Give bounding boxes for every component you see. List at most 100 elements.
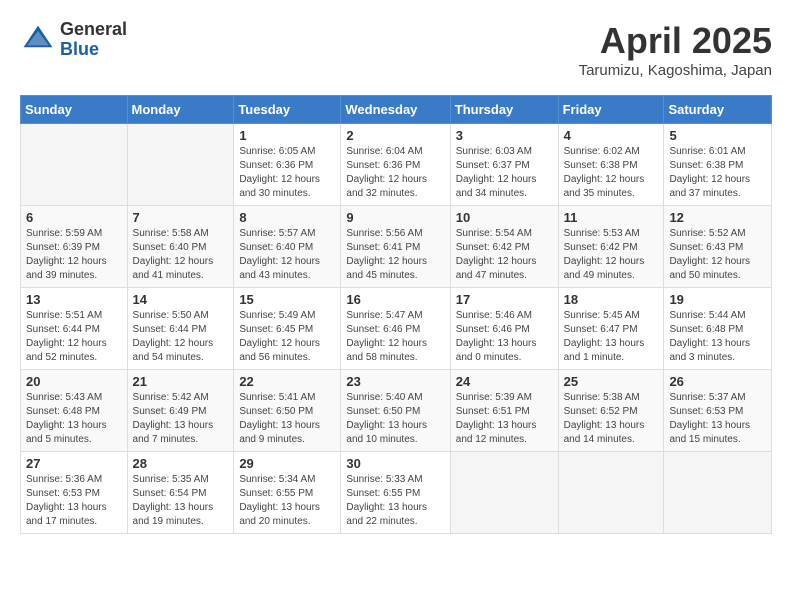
day-number: 27: [26, 456, 122, 471]
day-info: Sunrise: 5:34 AM Sunset: 6:55 PM Dayligh…: [239, 473, 335, 529]
weekday-saturday: Saturday: [664, 96, 772, 124]
weekday-tuesday: Tuesday: [234, 96, 341, 124]
day-info: Sunrise: 5:47 AM Sunset: 6:46 PM Dayligh…: [346, 309, 444, 365]
logo-icon: [20, 22, 56, 58]
calendar-cell: 12Sunrise: 5:52 AM Sunset: 6:43 PM Dayli…: [664, 206, 772, 288]
calendar-cell: 28Sunrise: 5:35 AM Sunset: 6:54 PM Dayli…: [127, 452, 234, 534]
day-number: 4: [564, 128, 659, 143]
calendar-cell: [558, 452, 664, 534]
calendar-week-1: 6Sunrise: 5:59 AM Sunset: 6:39 PM Daylig…: [21, 206, 772, 288]
calendar-cell: 4 Sunrise: 6:02 AM Sunset: 6:38 PM Daylig…: [558, 124, 664, 206]
day-info: Sunrise: 5:44 AM Sunset: 6:48 PM Dayligh…: [669, 309, 766, 365]
day-info: Sunrise: 5:56 AM Sunset: 6:41 PM Dayligh…: [346, 227, 444, 283]
day-number: 7: [133, 210, 229, 225]
day-info: Sunrise: 6:04 AM Sunset: 6:36 PM Dayligh…: [346, 145, 444, 201]
calendar-cell: [664, 452, 772, 534]
logo-general-text: General: [60, 20, 127, 40]
calendar-cell: 14 Sunrise: 5:50 AM Sunset: 6:44 PM Dayli…: [127, 288, 234, 370]
day-number: 29: [239, 456, 335, 471]
calendar-cell: 29 Sunrise: 5:34 AM Sunset: 6:55 PM Dayli…: [234, 452, 341, 534]
day-info: Sunrise: 5:43 AM Sunset: 6:48 PM Dayligh…: [26, 391, 122, 447]
calendar-cell: 1Sunrise: 6:05 AM Sunset: 6:36 PM Daylig…: [234, 124, 341, 206]
location-text: Tarumizu, Kagoshima, Japan: [579, 62, 772, 79]
day-number: 13: [26, 292, 122, 307]
calendar-cell: 8 Sunrise: 5:57 AM Sunset: 6:40 PM Daylig…: [234, 206, 341, 288]
title-block: April 2025 Tarumizu, Kagoshima, Japan: [579, 20, 772, 79]
day-info: Sunrise: 5:45 AM Sunset: 6:47 PM Dayligh…: [564, 309, 659, 365]
day-number: 3: [456, 128, 553, 143]
calendar-header: SundayMondayTuesdayWednesdayThursdayFrid…: [21, 96, 772, 124]
calendar-cell: 17 Sunrise: 5:46 AM Sunset: 6:46 PM Dayli…: [450, 288, 558, 370]
day-number: 21: [133, 374, 229, 389]
day-info: Sunrise: 5:41 AM Sunset: 6:50 PM Dayligh…: [239, 391, 335, 447]
month-title: April 2025: [579, 20, 772, 62]
calendar-cell: 21 Sunrise: 5:42 AM Sunset: 6:49 PM Dayli…: [127, 370, 234, 452]
calendar-cell: 19 Sunrise: 5:44 AM Sunset: 6:48 PM Dayli…: [664, 288, 772, 370]
day-number: 25: [564, 374, 659, 389]
day-info: Sunrise: 5:33 AM Sunset: 6:55 PM Dayligh…: [346, 473, 444, 529]
page-header: General Blue April 2025 Tarumizu, Kagosh…: [20, 20, 772, 79]
day-info: Sunrise: 5:52 AM Sunset: 6:43 PM Dayligh…: [669, 227, 766, 283]
day-info: Sunrise: 5:50 AM Sunset: 6:44 PM Dayligh…: [133, 309, 229, 365]
calendar-cell: 3 Sunrise: 6:03 AM Sunset: 6:37 PM Daylig…: [450, 124, 558, 206]
day-info: Sunrise: 6:02 AM Sunset: 6:38 PM Dayligh…: [564, 145, 659, 201]
day-info: Sunrise: 6:01 AM Sunset: 6:38 PM Dayligh…: [669, 145, 766, 201]
day-info: Sunrise: 5:42 AM Sunset: 6:49 PM Dayligh…: [133, 391, 229, 447]
day-info: Sunrise: 5:39 AM Sunset: 6:51 PM Dayligh…: [456, 391, 553, 447]
calendar-cell: 7 Sunrise: 5:58 AM Sunset: 6:40 PM Daylig…: [127, 206, 234, 288]
day-number: 20: [26, 374, 122, 389]
calendar-cell: 13 Sunrise: 5:51 AM Sunset: 6:44 PM Dayli…: [21, 288, 128, 370]
day-number: 10: [456, 210, 553, 225]
calendar-cell: 26 Sunrise: 5:37 AM Sunset: 6:53 PM Dayli…: [664, 370, 772, 452]
calendar-cell: [127, 124, 234, 206]
calendar-cell: 24Sunrise: 5:39 AM Sunset: 6:51 PM Dayli…: [450, 370, 558, 452]
calendar-cell: 15Sunrise: 5:49 AM Sunset: 6:45 PM Dayli…: [234, 288, 341, 370]
calendar-week-4: 27 Sunrise: 5:36 AM Sunset: 6:53 PM Dayli…: [21, 452, 772, 534]
day-info: Sunrise: 5:36 AM Sunset: 6:53 PM Dayligh…: [26, 473, 122, 529]
day-info: Sunrise: 5:37 AM Sunset: 6:53 PM Dayligh…: [669, 391, 766, 447]
calendar-cell: 18 Sunrise: 5:45 AM Sunset: 6:47 PM Dayli…: [558, 288, 664, 370]
day-info: Sunrise: 6:03 AM Sunset: 6:37 PM Dayligh…: [456, 145, 553, 201]
calendar-cell: 27 Sunrise: 5:36 AM Sunset: 6:53 PM Dayli…: [21, 452, 128, 534]
day-number: 26: [669, 374, 766, 389]
calendar-cell: 22Sunrise: 5:41 AM Sunset: 6:50 PM Dayli…: [234, 370, 341, 452]
logo: General Blue: [20, 20, 127, 60]
day-info: Sunrise: 5:53 AM Sunset: 6:42 PM Dayligh…: [564, 227, 659, 283]
calendar-cell: 10 Sunrise: 5:54 AM Sunset: 6:42 PM Dayli…: [450, 206, 558, 288]
day-info: Sunrise: 5:58 AM Sunset: 6:40 PM Dayligh…: [133, 227, 229, 283]
weekday-row: SundayMondayTuesdayWednesdayThursdayFrid…: [21, 96, 772, 124]
day-number: 16: [346, 292, 444, 307]
calendar-cell: 16 Sunrise: 5:47 AM Sunset: 6:46 PM Dayli…: [341, 288, 450, 370]
day-number: 18: [564, 292, 659, 307]
day-number: 17: [456, 292, 553, 307]
weekday-wednesday: Wednesday: [341, 96, 450, 124]
calendar-cell: 9 Sunrise: 5:56 AM Sunset: 6:41 PM Daylig…: [341, 206, 450, 288]
calendar-cell: [450, 452, 558, 534]
calendar-body: 1Sunrise: 6:05 AM Sunset: 6:36 PM Daylig…: [21, 124, 772, 534]
day-number: 11: [564, 210, 659, 225]
day-info: Sunrise: 5:38 AM Sunset: 6:52 PM Dayligh…: [564, 391, 659, 447]
day-number: 14: [133, 292, 229, 307]
calendar-cell: 11 Sunrise: 5:53 AM Sunset: 6:42 PM Dayli…: [558, 206, 664, 288]
day-info: Sunrise: 5:54 AM Sunset: 6:42 PM Dayligh…: [456, 227, 553, 283]
calendar-week-2: 13 Sunrise: 5:51 AM Sunset: 6:44 PM Dayli…: [21, 288, 772, 370]
logo-text: General Blue: [60, 20, 127, 60]
weekday-sunday: Sunday: [21, 96, 128, 124]
calendar-cell: 25 Sunrise: 5:38 AM Sunset: 6:52 PM Dayli…: [558, 370, 664, 452]
calendar-cell: 6Sunrise: 5:59 AM Sunset: 6:39 PM Daylig…: [21, 206, 128, 288]
day-number: 23: [346, 374, 444, 389]
calendar-table: SundayMondayTuesdayWednesdayThursdayFrid…: [20, 95, 772, 534]
day-info: Sunrise: 5:40 AM Sunset: 6:50 PM Dayligh…: [346, 391, 444, 447]
day-info: Sunrise: 5:46 AM Sunset: 6:46 PM Dayligh…: [456, 309, 553, 365]
calendar-cell: [21, 124, 128, 206]
day-number: 9: [346, 210, 444, 225]
day-number: 19: [669, 292, 766, 307]
day-number: 8: [239, 210, 335, 225]
calendar-cell: 30Sunrise: 5:33 AM Sunset: 6:55 PM Dayli…: [341, 452, 450, 534]
weekday-friday: Friday: [558, 96, 664, 124]
calendar-cell: 23 Sunrise: 5:40 AM Sunset: 6:50 PM Dayli…: [341, 370, 450, 452]
day-number: 2: [346, 128, 444, 143]
day-info: Sunrise: 5:57 AM Sunset: 6:40 PM Dayligh…: [239, 227, 335, 283]
day-info: Sunrise: 5:51 AM Sunset: 6:44 PM Dayligh…: [26, 309, 122, 365]
day-number: 5: [669, 128, 766, 143]
